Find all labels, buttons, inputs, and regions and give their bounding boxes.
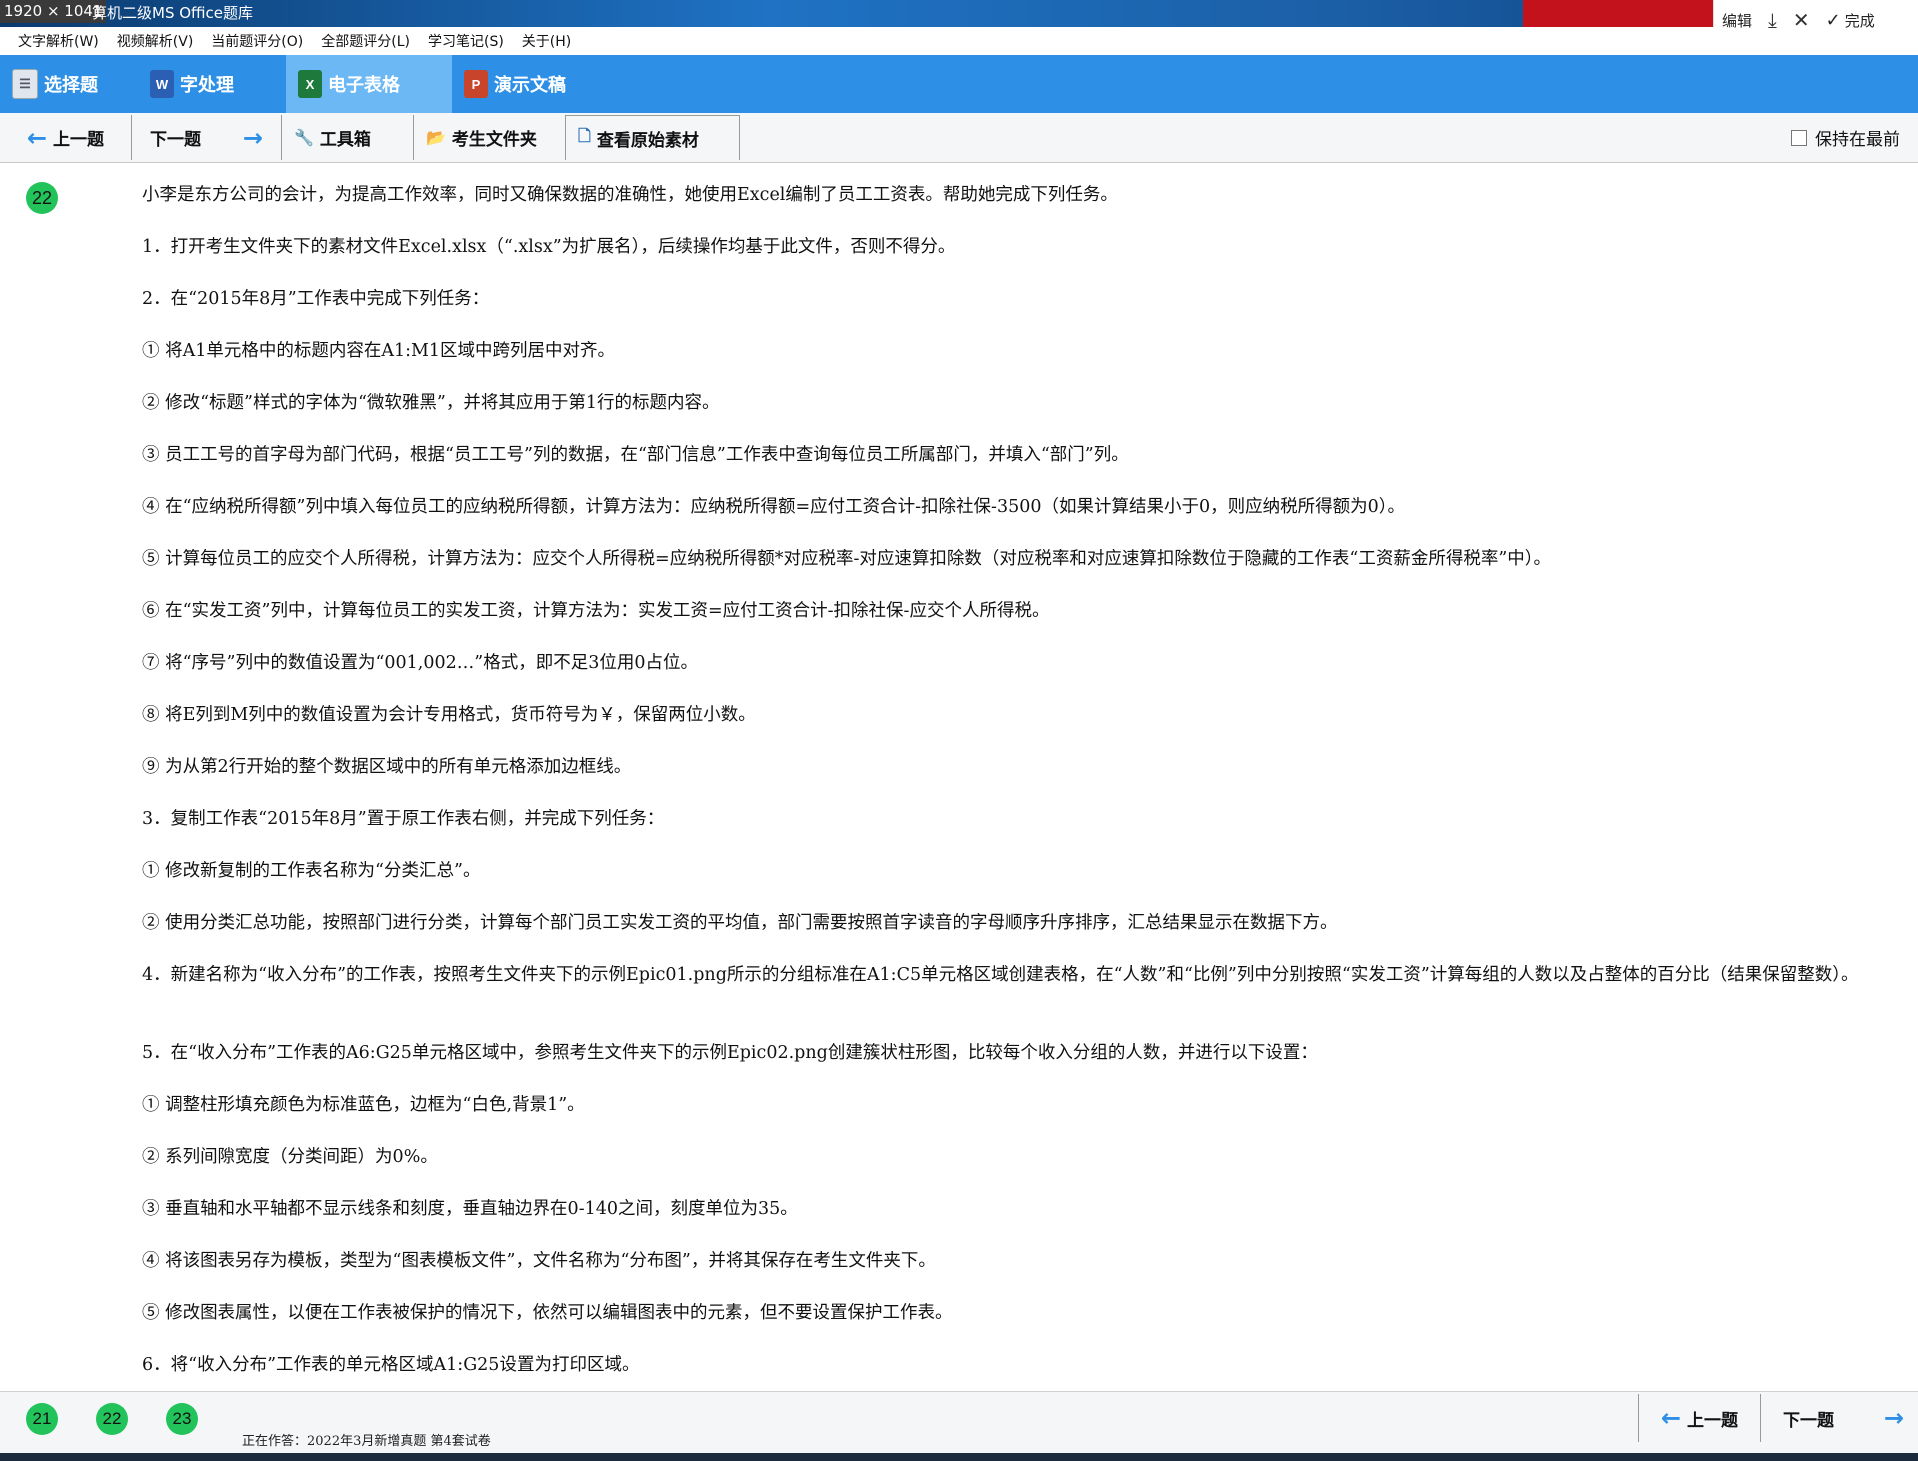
menu-about[interactable]: 关于(H) (522, 31, 571, 51)
tab-excel-label: 电子表格 (328, 75, 400, 96)
status-text: 正在作答：2022年3月新增真题 第4套试卷 (242, 1434, 491, 1449)
excel-icon: X (298, 70, 322, 98)
question-nav-23[interactable]: 23 (166, 1403, 198, 1435)
bottom-bar: 21 22 23 正在作答：2022年3月新增真题 第4套试卷 ← 上一题 下一… (0, 1391, 1918, 1454)
view-source-button[interactable]: 🗋 查看原始素材 (566, 115, 740, 160)
module-tabs: ☰ 选择题 W 字处理 X 电子表格 P 演示文稿 (0, 55, 1918, 113)
ppt-icon: P (464, 70, 488, 98)
done-label: 完成 (1844, 11, 1875, 30)
question-line: ② 修改“标题”样式的字体为“微软雅黑”，并将其应用于第1行的标题内容。 (142, 393, 720, 413)
question-line: ⑥ 在“实发工资”列中，计算每位员工的实发工资，计算方法为：实发工资=应付工资合… (142, 601, 1050, 621)
next-question-button[interactable]: 下一题 → (132, 115, 282, 160)
keep-on-top-label: 保持在最前 (1815, 130, 1900, 150)
question-line: 5．在“收入分布”工作表的A6:G25单元格区域中，参照考生文件夹下的示例Epi… (142, 1043, 1318, 1063)
title-bar: 1920 × 1041 算机二级MS Office题库 (0, 0, 1918, 27)
question-line: 2．在“2015年8月”工作表中完成下列任务： (142, 289, 490, 309)
question-line: ③ 员工工号的首字母为部门代码，根据“员工工号”列的数据，在“部门信息”工作表中… (142, 445, 1129, 465)
question-line: ⑦ 将“序号”列中的数值设置为“001,002…”格式，即不足3位用0占位。 (142, 653, 698, 673)
question-line: ⑧ 将E列到M列中的数值设置为会计专用格式，货币符号为￥，保留两位小数。 (142, 705, 756, 725)
prev-question-button[interactable]: ← 上一题 (0, 115, 132, 160)
toolbar: ← 上一题 下一题 → 🔧 工具箱 📂 考生文件夹 🗋 查看原始素材 保持在最前 (0, 113, 1918, 163)
document-icon: 🗋 (578, 125, 591, 145)
folder-label: 考生文件夹 (451, 130, 537, 150)
question-line: ⑤ 计算每位员工的应交个人所得税，计算方法为：应交个人所得税=应纳税所得额*对应… (142, 549, 1552, 569)
tab-choice[interactable]: ☰ 选择题 (0, 55, 138, 113)
question-line: ② 使用分类汇总功能，按照部门进行分类，计算每个部门员工实发工资的平均值，部门需… (142, 913, 1338, 933)
question-line: ④ 在“应纳税所得额”列中填入每位员工的应纳税所得额，计算方法为：应纳税所得额=… (142, 497, 1405, 517)
menu-score-all[interactable]: 全部题评分(L) (321, 31, 410, 51)
question-line: 6．将“收入分布”工作表的单元格区域A1:G25设置为打印区域。 (142, 1355, 640, 1375)
question-line: ③ 垂直轴和水平轴都不显示线条和刻度，垂直轴边界在0-140之间，刻度单位为35… (142, 1199, 798, 1219)
bottom-nav: ← 上一题 下一题 → (1638, 1394, 1918, 1442)
toolbox-label: 工具箱 (319, 130, 371, 150)
tab-word-label: 字处理 (180, 75, 234, 96)
list-icon: ☰ (12, 69, 38, 99)
question-line: 小李是东方公司的会计，为提高工作效率，同时又确保数据的准确性，她使用Excel编… (142, 185, 1118, 205)
folder-icon: 📂 (426, 128, 446, 147)
arrow-right-icon: → (242, 123, 263, 152)
question-line: ④ 将该图表另存为模板，类型为“图表模板文件”，文件名称为“分布图”，并将其保存… (142, 1251, 936, 1271)
bottom-next-button[interactable]: 下一题 → (1761, 1394, 1918, 1442)
done-button[interactable]: ✓ 完成 (1818, 0, 1883, 40)
menu-score-current[interactable]: 当前题评分(O) (211, 31, 303, 51)
keep-on-top-checkbox[interactable] (1791, 129, 1807, 146)
check-icon: ✓ (1825, 9, 1841, 31)
arrow-left-icon: ← (1660, 1404, 1682, 1432)
question-line: ① 将A1单元格中的标题内容在A1:M1区域中跨列居中对齐。 (142, 341, 616, 361)
tab-word[interactable]: W 字处理 (138, 55, 286, 113)
arrow-left-icon: ← (26, 123, 48, 152)
question-nav-22[interactable]: 22 (96, 1403, 128, 1435)
download-icon[interactable]: ⤓ (1760, 0, 1785, 40)
arrow-right-icon: → (1883, 1404, 1904, 1432)
menu-video-analysis[interactable]: 视频解析(V) (117, 31, 194, 51)
toolbox-button[interactable]: 🔧 工具箱 (282, 115, 414, 160)
keep-on-top-toggle[interactable]: 保持在最前 (1791, 125, 1900, 150)
question-line: 1．打开考生文件夹下的素材文件Excel.xlsx（“.xlsx”为扩展名），后… (142, 237, 956, 257)
question-line: ⑨ 为从第2行开始的整个数据区域中的所有单元格添加边框线。 (142, 757, 632, 777)
bottom-prev-label: 上一题 (1687, 1410, 1739, 1431)
question-number-badge: 22 (26, 182, 58, 214)
title-decoration (1523, 0, 1713, 27)
exam-folder-button[interactable]: 📂 考生文件夹 (414, 115, 566, 160)
edit-toolbar: 编辑 ⤓ ✕ ✓ 完成 (1713, 0, 1918, 40)
question-line: ① 调整柱形填充颜色为标准蓝色，边框为“白色,背景1”。 (142, 1095, 585, 1115)
question-line: 3．复制工作表“2015年8月”置于原工作表右侧，并完成下列任务： (142, 809, 665, 829)
close-icon[interactable]: ✕ (1785, 0, 1818, 40)
taskbar (0, 1453, 1918, 1461)
question-line: 4．新建名称为“收入分布”的工作表，按照考生文件夹下的示例Epic01.png所… (142, 965, 1859, 985)
view-source-label: 查看原始素材 (596, 130, 699, 151)
wrench-icon: 🔧 (294, 128, 314, 147)
tab-ppt-label: 演示文稿 (494, 75, 566, 96)
question-line: ⑤ 修改图表属性，以便在工作表被保护的情况下，依然可以编辑图表中的元素，但不要设… (142, 1303, 953, 1323)
bottom-prev-button[interactable]: ← 上一题 (1639, 1394, 1761, 1442)
word-icon: W (150, 70, 174, 98)
question-line: ② 系列间隙宽度（分类间距）为0%。 (142, 1147, 438, 1167)
tab-choice-label: 选择题 (44, 75, 98, 96)
menu-text-analysis[interactable]: 文字解析(W) (18, 31, 99, 51)
menu-study-notes[interactable]: 学习笔记(S) (428, 31, 504, 51)
prev-label: 上一题 (53, 130, 105, 150)
tab-ppt[interactable]: P 演示文稿 (452, 55, 618, 113)
question-line: ① 修改新复制的工作表名称为“分类汇总”。 (142, 861, 481, 881)
bottom-next-label: 下一题 (1783, 1410, 1834, 1431)
window-title: 算机二级MS Office题库 (92, 4, 254, 22)
next-label: 下一题 (150, 130, 201, 150)
tab-excel[interactable]: X 电子表格 (286, 55, 452, 113)
menu-bar: 文字解析(W) 视频解析(V) 当前题评分(O) 全部题评分(L) 学习笔记(S… (0, 27, 1723, 55)
question-nav-21[interactable]: 21 (26, 1403, 58, 1435)
size-badge: 1920 × 1041 (0, 0, 107, 23)
